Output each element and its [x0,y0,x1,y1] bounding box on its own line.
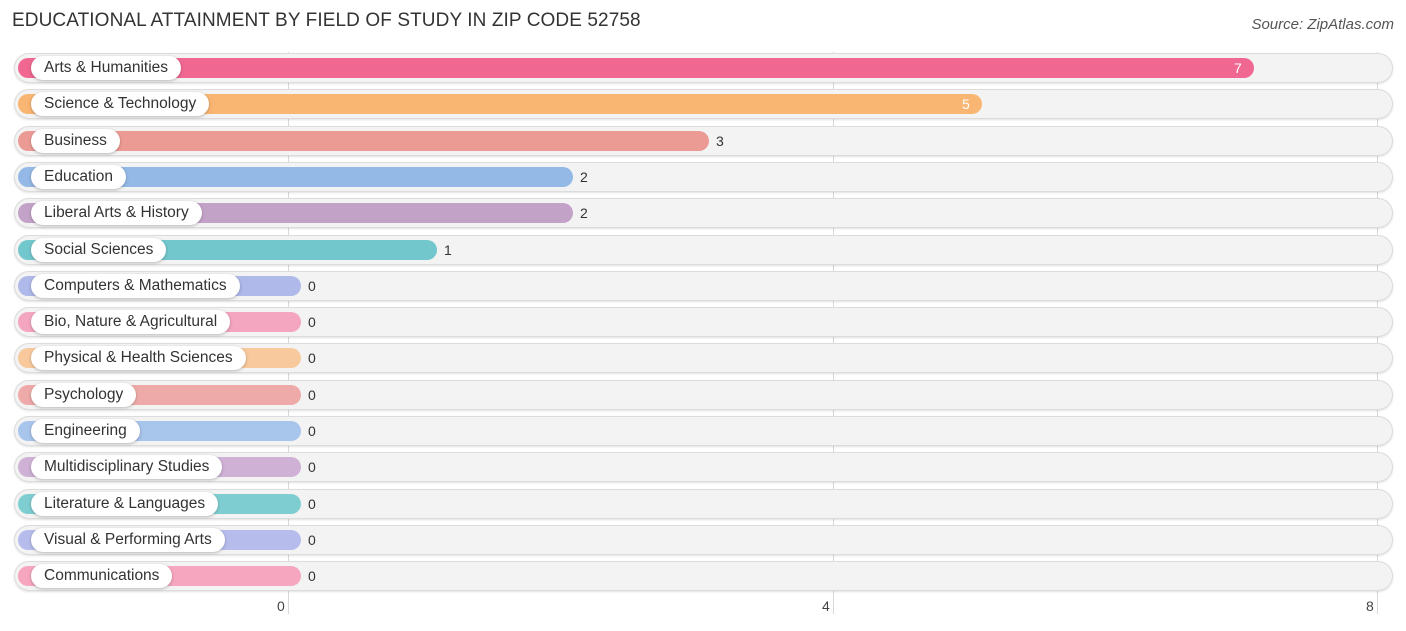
value-label: 0 [308,496,316,512]
bar[interactable] [18,131,709,151]
value-label: 0 [308,423,316,439]
value-label: 0 [308,532,316,548]
x-tick-label: 4 [822,598,830,614]
value-label: 0 [308,568,316,584]
value-label: 0 [308,350,316,366]
bar-chart: 0 4 8 Arts & Humanities 7 Science & Technolog… [0,0,1406,631]
value-label: 3 [716,133,724,149]
x-tick-label: 8 [1366,598,1374,614]
category-label: Bio, Nature & Agricultural [31,310,231,334]
x-tick-label: 0 [277,598,285,614]
category-label: Engineering [31,419,140,443]
bar[interactable] [18,58,1254,78]
category-label: Arts & Humanities [31,56,182,80]
value-label: 0 [308,387,316,403]
category-label: Social Sciences [31,238,167,262]
category-label: Science & Technology [31,92,210,116]
value-label: 7 [1234,60,1242,76]
category-label: Education [31,165,126,189]
value-label: 0 [308,278,316,294]
category-label: Liberal Arts & History [31,201,202,225]
category-label: Visual & Performing Arts [31,528,225,552]
value-label: 2 [580,205,588,221]
category-label: Psychology [31,383,137,407]
category-label: Multidisciplinary Studies [31,455,223,479]
category-label: Business [31,129,120,153]
value-label: 1 [444,242,452,258]
category-label: Communications [31,564,173,588]
value-label: 0 [308,459,316,475]
category-label: Computers & Mathematics [31,274,240,298]
value-label: 5 [962,96,970,112]
value-label: 0 [308,314,316,330]
category-label: Literature & Languages [31,492,219,516]
value-label: 2 [580,169,588,185]
category-label: Physical & Health Sciences [31,346,246,370]
